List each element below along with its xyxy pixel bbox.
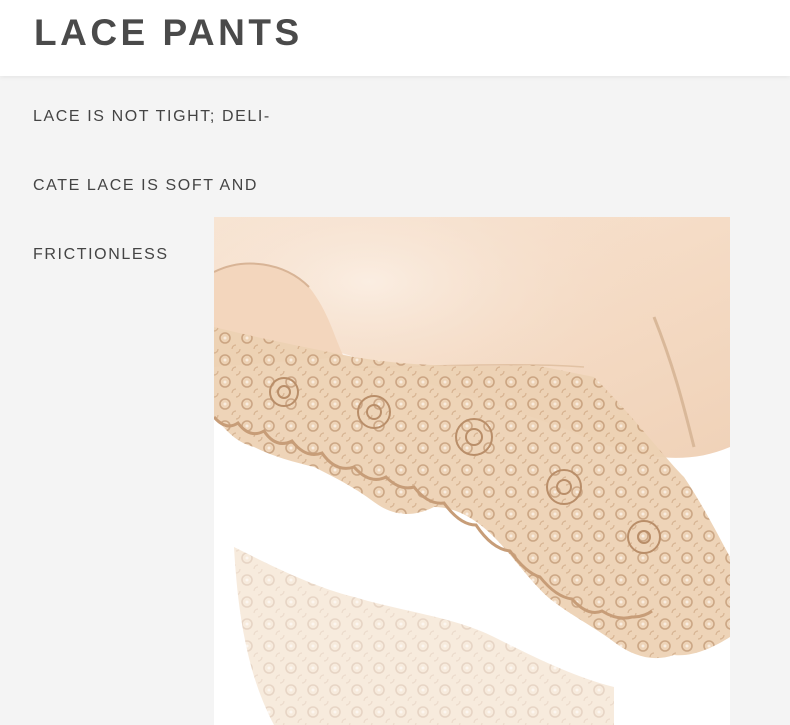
description-line-1: LACE IS NOT TIGHT; DELI- <box>33 108 271 125</box>
description-line-2: CATE LACE IS SOFT AND <box>33 177 259 194</box>
product-photo <box>214 217 730 725</box>
description-line-3: FRICTIONLESS <box>33 246 169 263</box>
page-header: LACE PANTS <box>0 0 790 76</box>
page-title: LACE PANTS <box>34 12 303 53</box>
